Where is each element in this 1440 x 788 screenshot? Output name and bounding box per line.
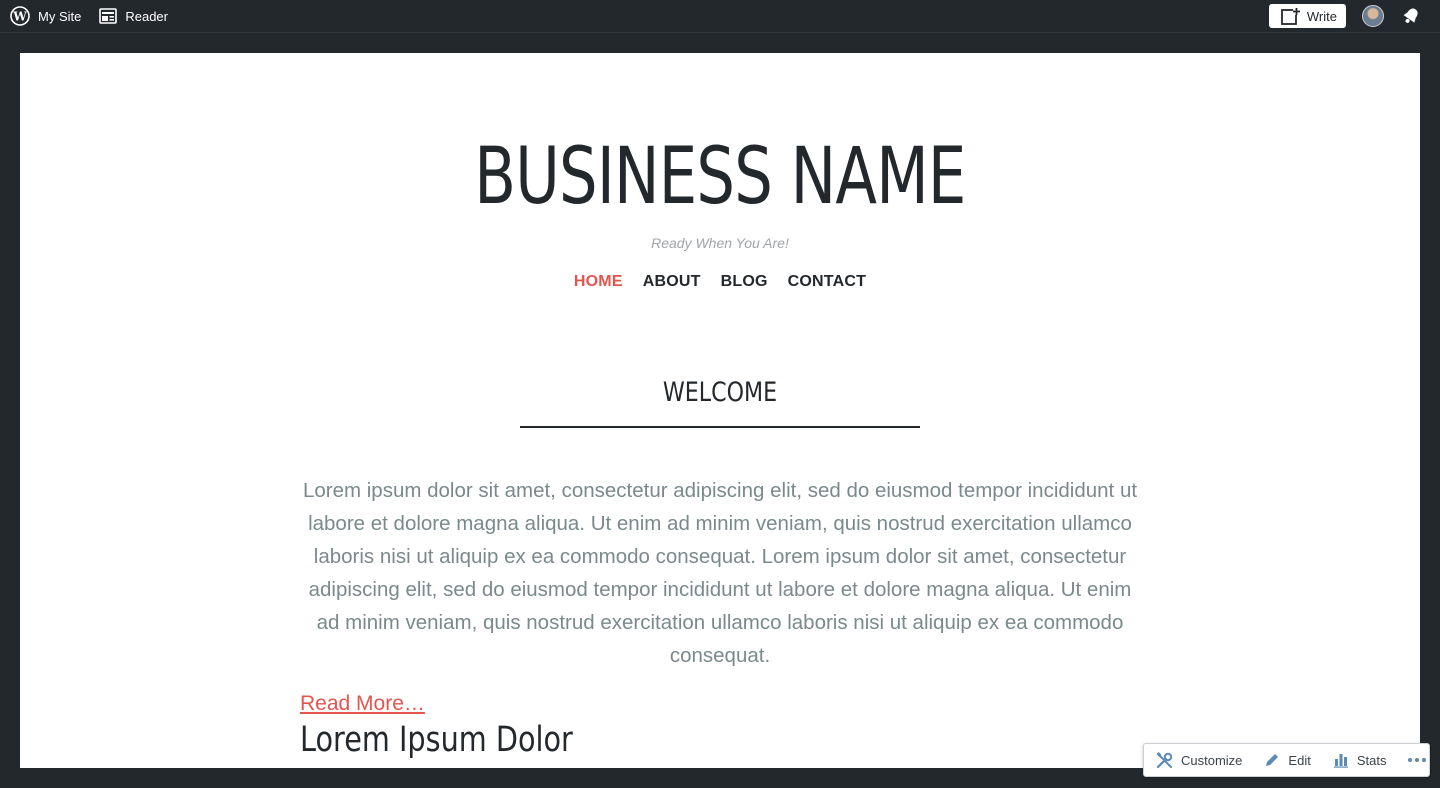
nav-item-blog[interactable]: BLOG [721, 273, 768, 291]
reader-icon [99, 8, 118, 24]
reader-label: Reader [125, 8, 168, 24]
my-site-label: My Site [38, 8, 82, 24]
wordpress-logo-icon: W [10, 6, 30, 26]
stats-button[interactable]: Stats [1333, 752, 1387, 768]
nav-item-about[interactable]: ABOUT [643, 273, 701, 291]
my-site-link[interactable]: W My Site [10, 0, 81, 33]
write-label: Write [1306, 8, 1337, 24]
welcome-heading: WELCOME [662, 377, 778, 408]
admin-bar: W My Site Reader Write [0, 0, 1440, 33]
section-heading: Lorem Ipsum Dolor [300, 720, 573, 760]
edit-label: Edit [1288, 752, 1311, 768]
stats-label: Stats [1356, 752, 1387, 768]
pencil-icon [1264, 752, 1280, 768]
main-nav: HOME ABOUT BLOG CONTACT [20, 273, 1420, 291]
site-action-toolbar: Customize Edit Stats [1143, 743, 1430, 777]
admin-bar-right: Write [1268, 4, 1440, 28]
nav-item-home[interactable]: HOME [574, 273, 623, 291]
svg-text:W: W [12, 10, 27, 24]
site-header: BUSINESS NAME Ready When You Are! HOME A… [20, 53, 1420, 291]
read-more-link[interactable]: Read More… [300, 692, 1140, 716]
avatar[interactable] [1362, 5, 1384, 27]
write-icon [1280, 7, 1301, 25]
notifications-bell-icon[interactable] [1400, 5, 1422, 27]
edit-button[interactable]: Edit [1264, 752, 1311, 768]
nav-item-contact[interactable]: CONTACT [788, 273, 866, 291]
welcome-paragraph: Lorem ipsum dolor sit amet, consectetur … [302, 479, 1138, 667]
more-dots-icon[interactable] [1408, 758, 1427, 762]
customize-tools-icon [1156, 751, 1173, 769]
customize-button[interactable]: Customize [1156, 751, 1243, 769]
customize-label: Customize [1181, 752, 1243, 768]
stats-bars-icon [1333, 752, 1349, 768]
site-preview: BUSINESS NAME Ready When You Are! HOME A… [20, 53, 1420, 768]
reader-link[interactable]: Reader [99, 0, 168, 33]
site-title[interactable]: BUSINESS NAME [474, 133, 966, 221]
admin-bar-left: W My Site Reader [0, 0, 186, 33]
site-tagline: Ready When You Are! [651, 235, 789, 251]
welcome-divider [520, 426, 920, 428]
write-button[interactable]: Write [1268, 4, 1346, 28]
